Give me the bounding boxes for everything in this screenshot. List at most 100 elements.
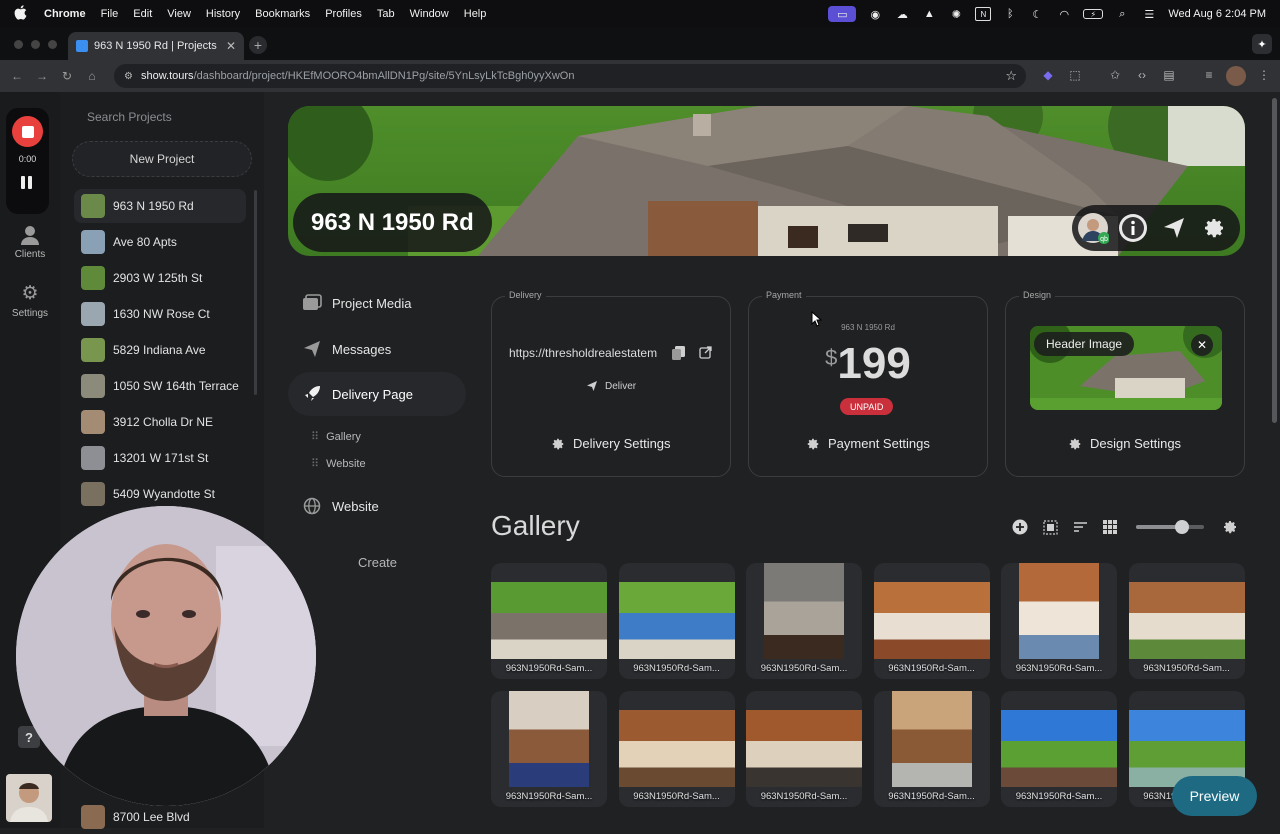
gemini-sparkle-icon[interactable]: ✦ [1252, 34, 1272, 54]
delivery-url[interactable]: https://thresholdrealestatem [509, 346, 661, 360]
gallery-thumbnail[interactable]: 963N1950Rd-Sam... [1128, 563, 1245, 679]
cloud-sync-icon[interactable]: ☁ [894, 7, 910, 21]
project-item[interactable]: Ave 80 Apts [74, 225, 246, 259]
window-zoom-dot[interactable] [48, 40, 57, 49]
design-settings-button[interactable]: Design Settings [1068, 436, 1181, 451]
nav-delivery-page[interactable]: Delivery Page [288, 372, 466, 416]
focus-moon-icon[interactable]: ☾ [1029, 7, 1045, 21]
nav-project-media[interactable]: Project Media [288, 281, 466, 325]
gallery-thumbnail[interactable]: 963N1950Rd-Sam... [618, 691, 735, 807]
delivery-settings-button[interactable]: Delivery Settings [551, 436, 671, 451]
wifi-icon[interactable]: ◠ [1056, 7, 1072, 21]
profile-avatar[interactable] [1226, 66, 1246, 86]
control-center-icon[interactable]: ☰ [1141, 7, 1157, 21]
gallery-thumbnail[interactable]: 963N1950Rd-Sam... [618, 563, 735, 679]
project-item[interactable]: 3912 Cholla Dr NE [74, 405, 246, 439]
new-tab-button[interactable]: + [249, 36, 267, 54]
remove-header-image-icon[interactable]: ✕ [1191, 334, 1213, 356]
menu-tab[interactable]: Tab [377, 8, 395, 20]
extensions-puzzle-icon[interactable]: ⬚ [1067, 68, 1083, 84]
apple-icon[interactable] [14, 5, 30, 23]
menu-view[interactable]: View [167, 8, 191, 20]
gallery-thumbnail[interactable]: 963N1950Rd-Sam... [1001, 691, 1117, 807]
preview-button[interactable]: Preview [1172, 776, 1257, 816]
forward-icon[interactable]: → [34, 69, 50, 83]
rail-clients[interactable]: Clients [0, 224, 60, 260]
rail-settings[interactable]: ⚙ Settings [0, 283, 60, 319]
nav-website[interactable]: Website [288, 484, 466, 528]
drag-handle-icon[interactable]: ⠿ [311, 431, 319, 443]
menu-window[interactable]: Window [410, 8, 449, 20]
drag-handle-icon[interactable]: ⠿ [311, 458, 319, 470]
search-projects-input[interactable]: Search Projects [87, 110, 172, 124]
battery-icon[interactable]: ⚡ [1083, 9, 1104, 19]
stop-recording-button[interactable] [12, 116, 43, 147]
external-link-icon[interactable] [699, 346, 712, 364]
back-icon[interactable]: ← [9, 69, 25, 83]
window-close-dot[interactable] [14, 40, 23, 49]
settings-gear-icon[interactable] [1198, 212, 1230, 244]
menu-edit[interactable]: Edit [133, 8, 152, 20]
tab-close-icon[interactable]: ✕ [226, 39, 236, 53]
pause-icon[interactable] [21, 176, 33, 190]
reading-list-icon[interactable]: ≡ [1201, 68, 1217, 84]
window-minimize-dot[interactable] [31, 40, 40, 49]
select-frame-icon[interactable] [1041, 518, 1059, 536]
address-bar[interactable]: ⚙ show.tours /dashboard/project/HKEfMOOR… [114, 64, 1026, 88]
home-icon[interactable]: ⌂ [84, 69, 100, 83]
project-item[interactable]: 13201 W 171st St [74, 441, 246, 475]
subnav-gallery[interactable]: ⠿ Gallery [311, 430, 361, 443]
reload-icon[interactable]: ↻ [59, 69, 75, 83]
menu-file[interactable]: File [101, 8, 119, 20]
screen-record-status-icon[interactable]: ▭ [828, 6, 857, 22]
menu-profiles[interactable]: Profiles [325, 8, 362, 20]
send-icon[interactable] [1158, 212, 1190, 244]
copy-icon[interactable] [672, 346, 685, 365]
openai-icon[interactable]: ✺ [948, 7, 964, 21]
project-item[interactable]: 1630 NW Rose Ct [74, 297, 246, 331]
new-project-button[interactable]: New Project [72, 141, 252, 177]
deliver-button[interactable]: Deliver [586, 380, 636, 392]
subnav-website[interactable]: ⠿ Website [311, 457, 366, 470]
site-info-icon[interactable]: ⚙ [124, 71, 133, 82]
sort-icon[interactable] [1071, 518, 1089, 536]
webcam-overlay[interactable] [16, 506, 316, 806]
gallery-thumbnail[interactable]: 963N1950Rd-Sam... [746, 563, 862, 679]
gallery-thumbnail[interactable]: 963N1950Rd-Sam... [873, 563, 990, 679]
devtools-icon[interactable]: ‹› [1134, 68, 1150, 84]
project-item[interactable]: 2903 W 125th St [74, 261, 246, 295]
gallery-thumbnail[interactable]: 963N1950Rd-Sam... [491, 691, 607, 807]
add-circle-icon[interactable] [1011, 518, 1029, 536]
nav-messages[interactable]: Messages [288, 327, 466, 371]
thumbnail-size-slider[interactable] [1136, 520, 1204, 534]
create-button[interactable]: Create [358, 555, 397, 570]
project-item[interactable]: 5829 Indiana Ave [74, 333, 246, 367]
info-icon[interactable] [1117, 212, 1149, 244]
agent-avatar[interactable]: qb [1077, 212, 1109, 244]
project-item[interactable]: 963 N 1950 Rd [74, 189, 246, 223]
gallery-thumbnail[interactable]: 963N1950Rd-Sam... [1001, 563, 1117, 679]
main-scrollbar[interactable] [1272, 98, 1277, 423]
bookmark-star-icon[interactable]: ☆ [1005, 68, 1017, 84]
drive-icon[interactable]: ▲ [921, 7, 937, 21]
extension-purple-icon[interactable]: ◆ [1040, 68, 1056, 84]
user-avatar[interactable] [6, 774, 52, 822]
bookmarks-star-icon[interactable]: ✩ [1107, 68, 1123, 84]
camera-icon[interactable]: ◉ [867, 7, 883, 21]
menu-app-name[interactable]: Chrome [44, 8, 86, 20]
menubar-clock[interactable]: Wed Aug 6 2:04 PM [1168, 8, 1266, 20]
grid-view-icon[interactable] [1101, 518, 1119, 536]
chrome-menu-icon[interactable]: ⋮ [1256, 68, 1272, 84]
split-view-icon[interactable]: ▤ [1161, 68, 1177, 84]
payment-settings-button[interactable]: Payment Settings [806, 436, 930, 451]
spotlight-search-icon[interactable]: ⌕ [1114, 7, 1130, 21]
menu-history[interactable]: History [206, 8, 240, 20]
notion-icon[interactable]: N [975, 7, 992, 21]
bluetooth-icon[interactable]: ᛒ [1002, 7, 1018, 21]
gallery-thumbnail[interactable]: 963N1950Rd-Sam... [491, 563, 607, 679]
browser-tab-active[interactable]: 963 N 1950 Rd | Projects | Da ✕ [68, 32, 244, 60]
menu-help[interactable]: Help [464, 8, 487, 20]
gallery-thumbnail[interactable]: 963N1950Rd-Sam... [746, 691, 862, 807]
project-item[interactable]: 1050 SW 164th Terrace [74, 369, 246, 403]
menu-bookmarks[interactable]: Bookmarks [255, 8, 310, 20]
